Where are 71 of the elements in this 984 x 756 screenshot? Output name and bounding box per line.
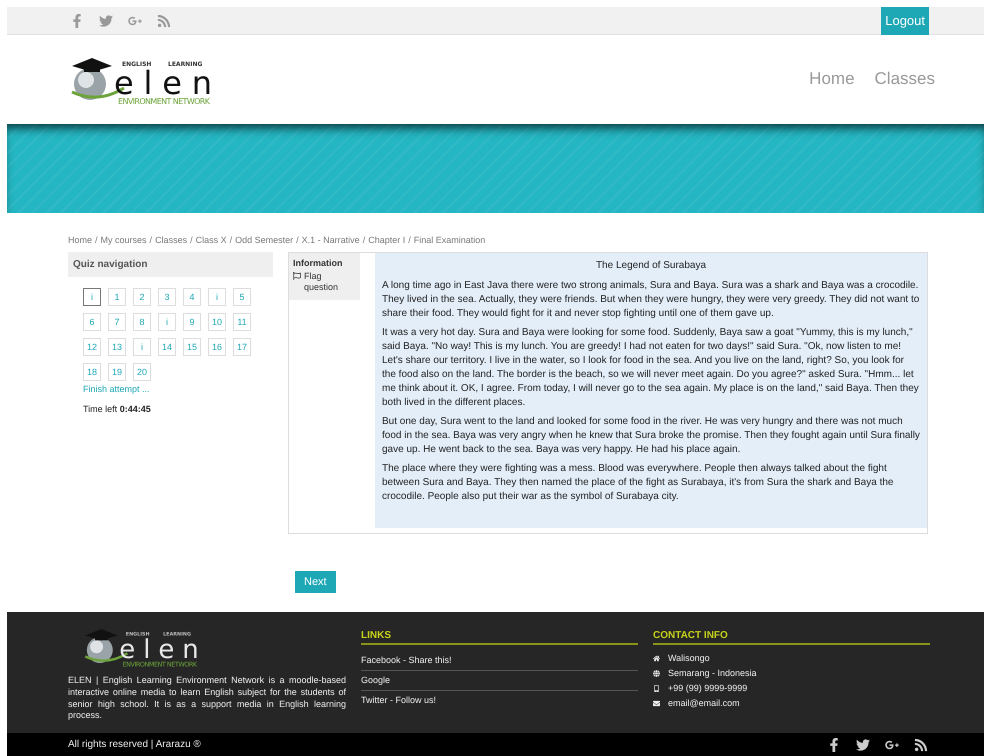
logout-button[interactable]: Logout [881, 6, 929, 34]
breadcrumb-link[interactable]: Home [68, 234, 92, 245]
question-number-button[interactable]: 3 [158, 288, 176, 306]
contact-text: Walisongo [668, 653, 710, 664]
about-text: ELEN | English Learning Environment Network is a moodle-based interactive online media to learn English subject for the students of senior high school. It is as a support media in English learning process. [68, 675, 346, 722]
quiz-navigation-title: Quiz navigation [68, 252, 273, 277]
information-title: Information [293, 258, 344, 268]
contact-heading: CONTACT INFO [653, 624, 930, 646]
contact-text: +99 (99) 9999-9999 [668, 683, 748, 694]
breadcrumb-link[interactable]: Final Examination [414, 234, 486, 245]
question-number-button[interactable]: 17 [233, 338, 251, 356]
finish-attempt-link[interactable]: Finish attempt ... [68, 380, 273, 394]
question-number-button[interactable]: i [83, 288, 101, 306]
question-number-button[interactable]: 7 [108, 312, 126, 331]
envelope-icon [653, 700, 660, 707]
copyright-text: All rights reserved | Ararazu ® [68, 739, 201, 750]
breadcrumb-separator: / [150, 234, 152, 245]
twitter-icon[interactable] [856, 738, 870, 752]
breadcrumb-separator: / [190, 234, 193, 245]
question-number-button[interactable]: 2 [133, 288, 151, 306]
question-number-button[interactable]: 19 [108, 362, 126, 381]
flag-icon [293, 272, 301, 280]
phone-icon [653, 684, 660, 692]
links-heading: LINKS [361, 624, 638, 646]
question-number-button[interactable]: 8 [133, 312, 151, 331]
globe-icon [653, 670, 660, 677]
question-number-button[interactable]: 13 [108, 338, 126, 356]
breadcrumb-link[interactable]: Odd Semester [235, 234, 294, 245]
footer-link[interactable]: Facebook - Share this! [361, 651, 638, 672]
nav-link[interactable]: Classes [874, 69, 935, 90]
question-number-button[interactable]: 6 [83, 312, 101, 331]
question-number-button[interactable]: 9 [183, 312, 201, 331]
story-title: The Legend of Surabaya [594, 258, 708, 273]
question-number-button[interactable]: 14 [158, 338, 176, 356]
question-number-button[interactable]: 1 [108, 288, 126, 306]
breadcrumb-separator: / [95, 234, 98, 245]
question-number-button[interactable]: 10 [208, 312, 226, 331]
breadcrumb-link[interactable]: Chapter I [368, 234, 406, 245]
breadcrumb-separator: / [230, 234, 232, 245]
question-number-button[interactable]: 4 [183, 288, 201, 306]
question-number-button[interactable]: 11 [233, 312, 251, 331]
story-paragraph: A long time ago in East Java there were two strong animals, Sura and Baya. Sura was a shark and Baya was a crocodile. They lived in the sea. Actually, they were friends. But when they were hungry, they were very greedy. They did not want to share their food. They would fight for it and never stop fighting until one of them gave up. [382, 278, 920, 321]
story-paragraph: But one day, Sura went to the land and looked for some food in the river. He was very hungry and there was not much food in the sea. Baya was very angry when he knew that Sura broke the promise. Then they fought again until Sura finally gave up. He went back to the sea. Baya was very happy. He had his place again. [382, 414, 920, 457]
question-number-button[interactable]: 20 [133, 362, 151, 381]
home-icon [653, 654, 660, 662]
story-paragraph: The place where they were fighting was a mess. Blood was everywhere. People then always talked about the fight between Sura and Baya. They then named the place of the fight as Surabaya, it's from Sura the shark and Baya the crocodile. People also put their war as the symbol of Surabaya city. [382, 462, 894, 504]
time-left: Time left 0:44:45 [82, 402, 152, 414]
question-number-button[interactable]: 15 [183, 338, 201, 356]
footer-link[interactable]: Twitter - Follow us! [361, 691, 638, 710]
question-number-button[interactable]: 5 [233, 288, 251, 306]
flag-question-link[interactable]: Flag question [293, 270, 356, 294]
question-number-button[interactable]: 16 [208, 338, 226, 356]
breadcrumb-link[interactable]: X.1 - Narrative [302, 234, 360, 245]
nav-link[interactable]: Home [809, 69, 855, 90]
breadcrumb-separator: / [408, 234, 411, 245]
story-paragraph: It was a very hot day. Sura and Baya were looking for some food. Suddenly, Baya saw a goat "Yummy, this is my lunch," said Baya. "No way! This is my lunch. You are greedy! I had not eaten for two days!" said Sura. "Ok, now listen to me! Let's share our territory. I live in the water, so I look for food in the sea. And you live on the land, right? So, you look for the food also on the land. The border is the beach, so we will never meet again. Do you agree?" asked Sura. "Hmm... let me think about it. OK, I agree. From today, I will never go to the sea again. My place is on the land," said Baya. Then they both lived in the different places. [382, 326, 920, 410]
breadcrumb-link[interactable]: Class X [196, 234, 227, 245]
question-number-button[interactable]: i [158, 312, 176, 331]
breadcrumb-link[interactable]: Classes [155, 234, 188, 245]
breadcrumb-link[interactable]: My courses [100, 234, 147, 245]
question-number-button[interactable]: 18 [83, 362, 101, 381]
footer-link[interactable]: Google [361, 671, 638, 692]
breadcrumb-separator: / [296, 234, 299, 245]
rss-icon[interactable] [914, 738, 928, 752]
next-button[interactable]: Next [295, 570, 336, 593]
question-number-button[interactable]: 12 [83, 338, 101, 356]
contact-text: email@email.com [668, 698, 740, 708]
question-number-button[interactable]: i [208, 288, 226, 306]
contact-text: Semarang - Indonesia [668, 668, 757, 678]
breadcrumb-separator: / [362, 234, 366, 245]
question-number-button[interactable]: i [133, 338, 151, 356]
